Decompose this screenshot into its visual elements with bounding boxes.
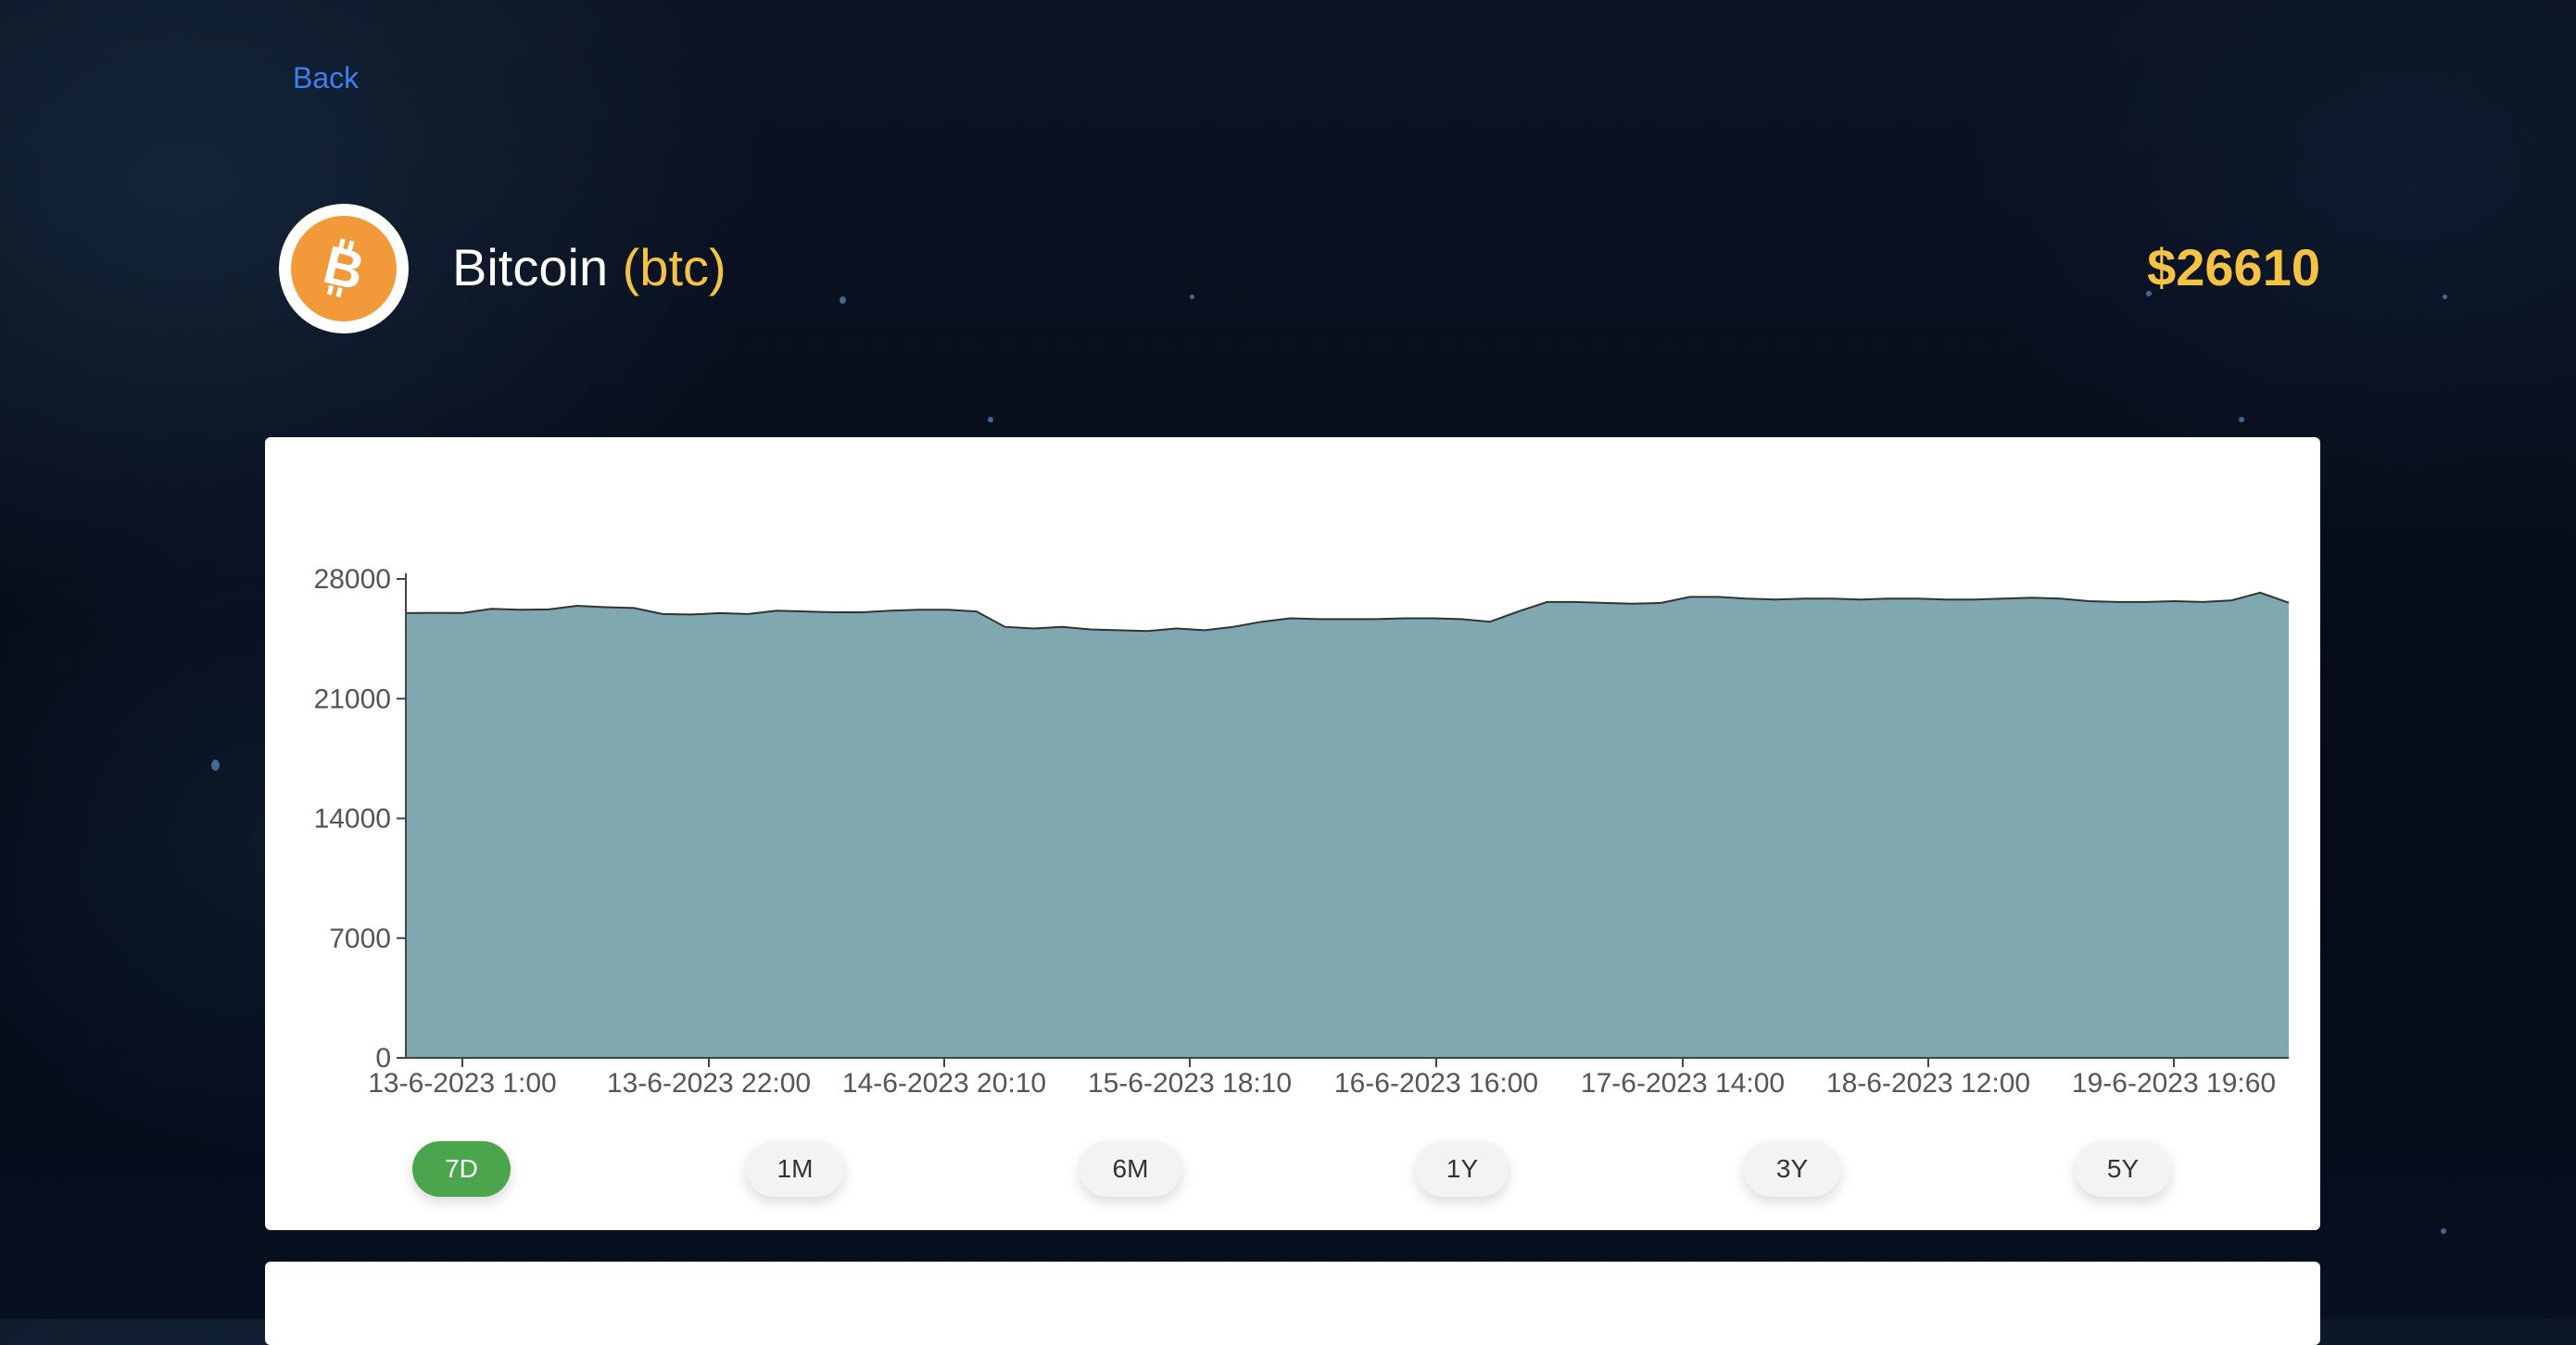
range-button-3y[interactable]: 3Y [1744,1141,1840,1197]
coin-name: Bitcoin [452,238,609,296]
range-button-1y[interactable]: 1Y [1416,1141,1509,1197]
x-tick-label: 18-6-2023 12:00 [1826,1068,2030,1099]
x-tick-label: 15-6-2023 18:10 [1088,1068,1292,1099]
background-star [988,417,993,422]
price-chart-card: 0 7000 14000 21000 28000 13-6-2023 1:00 13-6-2… [265,437,2320,1230]
range-button-6m[interactable]: 6M [1080,1141,1181,1197]
x-tick-label: 17-6-2023 14:00 [1581,1068,1785,1099]
background-star [840,296,846,304]
y-tick-label: 7000 [329,924,391,954]
background-star [2239,417,2244,422]
coin-price: $26610 [2147,238,2320,296]
range-button-7d[interactable]: 7D [412,1141,511,1197]
x-tick-label: 13-6-2023 1:00 [368,1068,557,1099]
range-button-5y[interactable]: 5Y [2075,1141,2171,1197]
x-tick-label: 19-6-2023 19:60 [2072,1068,2276,1099]
details-card [265,1262,2320,1345]
background-star [1190,295,1194,299]
y-tick-label: 14000 [314,804,391,835]
range-button-1m[interactable]: 1M [746,1141,844,1197]
back-link[interactable]: Back [293,61,359,95]
price-chart: 0700014000210002800013-6-2023 1:00 13-6-2… [314,564,2290,1099]
background-star [2443,295,2447,299]
coin-symbol: (btc) [622,238,726,296]
y-tick-label: 28000 [314,564,391,595]
bitcoin-icon: B [291,216,397,321]
coin-title: Bitcoin (btc) [452,237,726,297]
background-star [2441,1228,2446,1234]
x-tick-label: 14-6-2023 20:10 [842,1068,1046,1099]
background-star [211,760,220,771]
coin-logo: B [279,204,409,333]
x-tick-label: 13-6-2023 22:00 [607,1068,811,1099]
x-tick-label: 16-6-2023 16:00 [1334,1068,1538,1099]
price-area [406,592,2289,1058]
svg-text:B: B [318,236,370,301]
y-tick-label: 21000 [314,684,391,714]
